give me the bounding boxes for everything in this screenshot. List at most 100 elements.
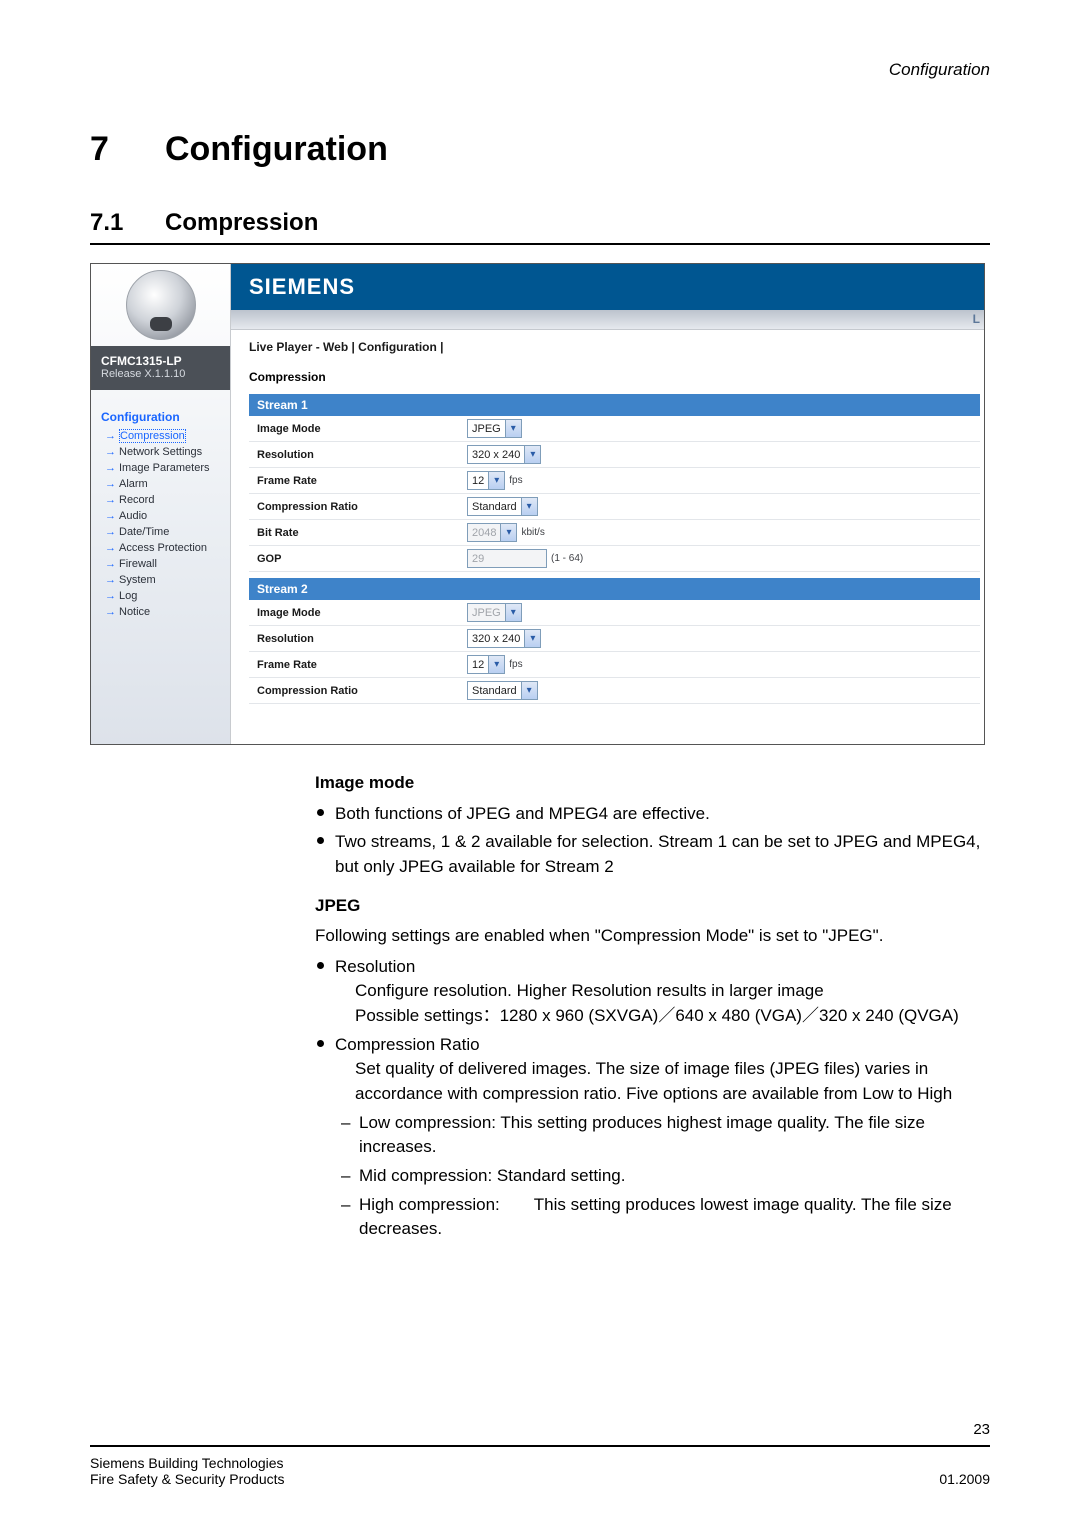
device-model: CFMC1315-LP: [101, 354, 220, 368]
stream2-resolution-row: Resolution 320 x 240▾: [249, 626, 980, 652]
image-mode-select[interactable]: JPEG▾: [467, 419, 522, 438]
sidebar-item-log[interactable]: →Log: [91, 588, 230, 604]
bullet: Two streams, 1 & 2 available for selecti…: [315, 830, 990, 879]
page-footer: 23 Siemens Building Technologies Fire Sa…: [90, 1445, 990, 1487]
sidebar-item-access-protection[interactable]: →Access Protection: [91, 540, 230, 556]
sidebar-item-network-settings[interactable]: →Network Settings: [91, 444, 230, 460]
sub-brand-bar: L: [231, 310, 984, 330]
arrow-icon: →: [105, 542, 116, 554]
main-panel: SIEMENS L Live Player - Web | Configurat…: [231, 264, 984, 744]
label: Frame Rate: [257, 475, 467, 487]
arrow-icon: →: [105, 558, 116, 570]
dash-bullet: High compression: This setting produces …: [335, 1193, 990, 1242]
label: Resolution: [257, 449, 467, 461]
stream2-compression-ratio-row: Compression Ratio Standard▾: [249, 678, 980, 704]
brand-bar: SIEMENS: [231, 264, 984, 310]
sidebar-item-alarm[interactable]: →Alarm: [91, 476, 230, 492]
page-title: Compression: [231, 360, 984, 394]
sidebar-item-datetime[interactable]: →Date/Time: [91, 524, 230, 540]
resolution-select[interactable]: 320 x 240▾: [467, 445, 541, 464]
sidebar-item-system[interactable]: →System: [91, 572, 230, 588]
arrow-icon: →: [105, 430, 116, 442]
unit: kbit/s: [521, 527, 544, 538]
stream2-frame-rate-row: Frame Rate 12▾fps: [249, 652, 980, 678]
unit: fps: [509, 475, 522, 486]
footer-division: Fire Safety & Security Products: [90, 1471, 285, 1487]
body-text: Image mode Both functions of JPEG and MP…: [315, 771, 990, 1242]
chevron-down-icon: ▾: [505, 420, 521, 437]
brand-bar-letter: L: [973, 312, 980, 326]
sidebar: CFMC1315-LP Release X.1.1.10 Configurati…: [91, 264, 231, 744]
arrow-icon: →: [105, 606, 116, 618]
chevron-down-icon: ▾: [521, 682, 537, 699]
resolution-select[interactable]: 320 x 240▾: [467, 629, 541, 648]
chevron-down-icon: ▾: [500, 524, 516, 541]
stream1-bit-rate-row: Bit Rate 2048▾kbit/s: [249, 520, 980, 546]
arrow-icon: →: [105, 590, 116, 602]
image-mode-heading: Image mode: [315, 771, 990, 796]
chapter-title-text: Configuration: [165, 130, 388, 168]
arrow-icon: →: [105, 478, 116, 490]
footer-date: 01.2009: [939, 1471, 990, 1487]
arrow-icon: →: [105, 574, 116, 586]
stream1-frame-rate-row: Frame Rate 12▾ fps: [249, 468, 980, 494]
chevron-down-icon: ▾: [488, 656, 504, 673]
bullet-resolution: Resolution Configure resolution. Higher …: [315, 955, 990, 1029]
gop-input: 29: [467, 549, 547, 568]
bullet-compression-ratio: Compression Ratio Set quality of deliver…: [315, 1033, 990, 1242]
stream1-resolution-row: Resolution 320 x 240▾: [249, 442, 980, 468]
page-number: 23: [973, 1421, 990, 1438]
frame-rate-select[interactable]: 12▾: [467, 655, 505, 674]
stream1-image-mode-row: Image Mode JPEG▾: [249, 416, 980, 442]
chapter-title: 7Configuration: [90, 130, 990, 169]
sidebar-item-firewall[interactable]: →Firewall: [91, 556, 230, 572]
sidebar-header: Configuration: [91, 390, 230, 428]
sidebar-item-audio[interactable]: →Audio: [91, 508, 230, 524]
bullet: Both functions of JPEG and MPEG4 are eff…: [315, 802, 990, 827]
label: Image Mode: [257, 423, 467, 435]
stream2-header: Stream 2: [249, 578, 980, 600]
label: Image Mode: [257, 607, 467, 619]
sidebar-item-record[interactable]: →Record: [91, 492, 230, 508]
sidebar-item-compression[interactable]: →Compression: [91, 428, 230, 444]
chevron-down-icon: ▾: [505, 604, 521, 621]
section-title-text: Compression: [165, 209, 318, 236]
embedded-screenshot: CFMC1315-LP Release X.1.1.10 Configurati…: [90, 263, 985, 745]
label: Frame Rate: [257, 659, 467, 671]
chevron-down-icon: ▾: [488, 472, 504, 489]
dash-bullet: Low compression: This setting produces h…: [335, 1111, 990, 1160]
frame-rate-select[interactable]: 12▾: [467, 471, 505, 490]
chapter-number: 7: [90, 130, 165, 169]
image-mode-select: JPEG▾: [467, 603, 522, 622]
section-title: 7.1Compression: [90, 209, 990, 245]
label: Compression Ratio: [257, 501, 467, 513]
chevron-down-icon: ▾: [524, 446, 540, 463]
arrow-icon: →: [105, 510, 116, 522]
device-id-block: CFMC1315-LP Release X.1.1.10: [91, 346, 230, 390]
gop-range: (1 - 64): [551, 553, 583, 564]
stream1-compression-ratio-row: Compression Ratio Standard▾: [249, 494, 980, 520]
stream1-gop-row: GOP 29 (1 - 64): [249, 546, 980, 572]
breadcrumb[interactable]: Live Player - Web | Configuration |: [231, 330, 984, 360]
dash-bullet: Mid compression: Standard setting.: [335, 1164, 990, 1189]
stream2-image-mode-row: Image Mode JPEG▾: [249, 600, 980, 626]
compression-ratio-select[interactable]: Standard▾: [467, 497, 538, 516]
sidebar-item-image-parameters[interactable]: →Image Parameters: [91, 460, 230, 476]
chevron-down-icon: ▾: [521, 498, 537, 515]
compression-ratio-select[interactable]: Standard▾: [467, 681, 538, 700]
device-release: Release X.1.1.10: [101, 368, 220, 380]
running-header: Configuration: [889, 60, 990, 80]
stream1-header: Stream 1: [249, 394, 980, 416]
label: Compression Ratio: [257, 685, 467, 697]
arrow-icon: →: [105, 494, 116, 506]
stream1-table: Stream 1 Image Mode JPEG▾ Resolution 320…: [249, 394, 980, 572]
label: Resolution: [257, 633, 467, 645]
arrow-icon: →: [105, 446, 116, 458]
label: Bit Rate: [257, 527, 467, 539]
sidebar-item-notice[interactable]: →Notice: [91, 604, 230, 620]
stream2-table: Stream 2 Image Mode JPEG▾ Resolution 320…: [249, 578, 980, 704]
label: GOP: [257, 553, 467, 565]
camera-icon: [126, 270, 196, 340]
arrow-icon: →: [105, 462, 116, 474]
jpeg-intro: Following settings are enabled when "Com…: [315, 924, 990, 949]
